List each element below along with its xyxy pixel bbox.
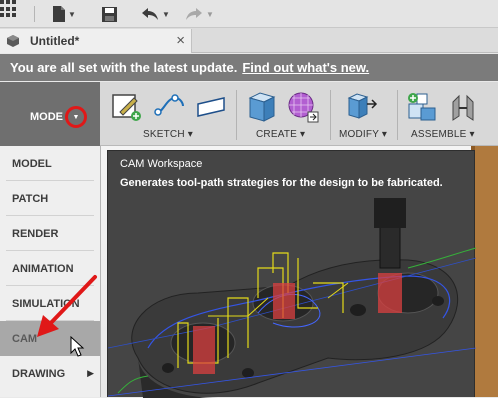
mode-item-label: PATCH — [12, 192, 49, 205]
press-pull-icon[interactable] — [345, 90, 379, 124]
chevron-down-icon: ▼ — [162, 9, 170, 19]
annotation-arrow — [37, 275, 97, 337]
data-panel-icon[interactable] — [0, 0, 18, 18]
save-button[interactable] — [101, 4, 118, 24]
extrude-box-icon[interactable] — [246, 90, 278, 124]
mode-item-model[interactable]: MODEL — [0, 146, 100, 181]
document-title: Untitled* — [30, 34, 80, 48]
assemble-group-label[interactable]: ASSEMBLE ▾ — [411, 129, 475, 140]
modify-group-label[interactable]: MODIFY ▾ — [339, 129, 387, 140]
save-icon — [102, 6, 117, 22]
whats-new-link[interactable]: Find out what's new. — [242, 60, 369, 75]
document-tab[interactable]: Untitled* × — [0, 29, 192, 53]
form-tool-icon[interactable] — [286, 90, 320, 124]
quick-access-toolbar: ▼ ▼ ▼ — [0, 0, 498, 28]
redo-button[interactable]: ▼ — [184, 4, 214, 24]
annotation-circle: ▼ — [65, 106, 87, 128]
create-sketch-icon[interactable] — [110, 90, 142, 122]
redo-icon — [186, 8, 202, 20]
chevron-down-icon: ▼ — [206, 9, 214, 19]
mode-item-label: RENDER — [12, 227, 59, 240]
ribbon-divider — [330, 90, 331, 140]
mouse-cursor-icon — [70, 336, 85, 357]
mode-switcher-button[interactable]: MODE ▼ — [0, 82, 100, 146]
new-component-icon[interactable] — [405, 90, 439, 124]
ribbon-divider — [397, 90, 398, 140]
create-group-label[interactable]: CREATE ▾ — [256, 129, 305, 140]
tooltip-description: Generates tool-path strategies for the d… — [120, 177, 443, 189]
chevron-down-icon: ▼ — [68, 9, 76, 19]
mode-item-render[interactable]: RENDER — [0, 216, 100, 251]
tooltip-title: CAM Workspace — [120, 158, 203, 170]
file-menu-button[interactable]: ▼ — [52, 4, 76, 24]
mode-item-patch[interactable]: PATCH — [0, 181, 100, 216]
update-banner: You are all set with the latest update. … — [0, 54, 498, 81]
banner-message: You are all set with the latest update. — [10, 60, 238, 75]
rectangle-tool-icon[interactable] — [194, 90, 228, 122]
cam-preview-image — [108, 198, 476, 398]
file-icon — [53, 6, 65, 22]
chevron-right-icon: ▶ — [87, 368, 94, 378]
toolbar-divider — [34, 6, 35, 22]
line-tool-icon[interactable] — [153, 90, 187, 122]
cube-icon — [7, 35, 19, 47]
toolbar-ribbon: MODE ▼ SKETCH ▾ CREATE ▾ MODIFY ▾ ASSEMB… — [0, 82, 498, 146]
mode-item-label: DRAWING — [12, 367, 66, 380]
close-icon[interactable]: × — [176, 32, 185, 49]
undo-icon — [142, 8, 158, 20]
mode-item-label: MODEL — [12, 157, 52, 170]
mode-item-drawing[interactable]: DRAWING ▶ — [0, 356, 100, 391]
sketch-group-label[interactable]: SKETCH ▾ — [143, 129, 193, 140]
mode-label: MODE — [30, 111, 63, 123]
document-tab-bar: Untitled* × — [0, 28, 498, 53]
undo-button[interactable]: ▼ — [140, 4, 170, 24]
joint-icon[interactable] — [447, 90, 481, 124]
ribbon-divider — [236, 90, 237, 140]
cam-workspace-tooltip: CAM Workspace Generates tool-path strate… — [107, 150, 476, 398]
chevron-down-icon: ▼ — [72, 113, 80, 121]
